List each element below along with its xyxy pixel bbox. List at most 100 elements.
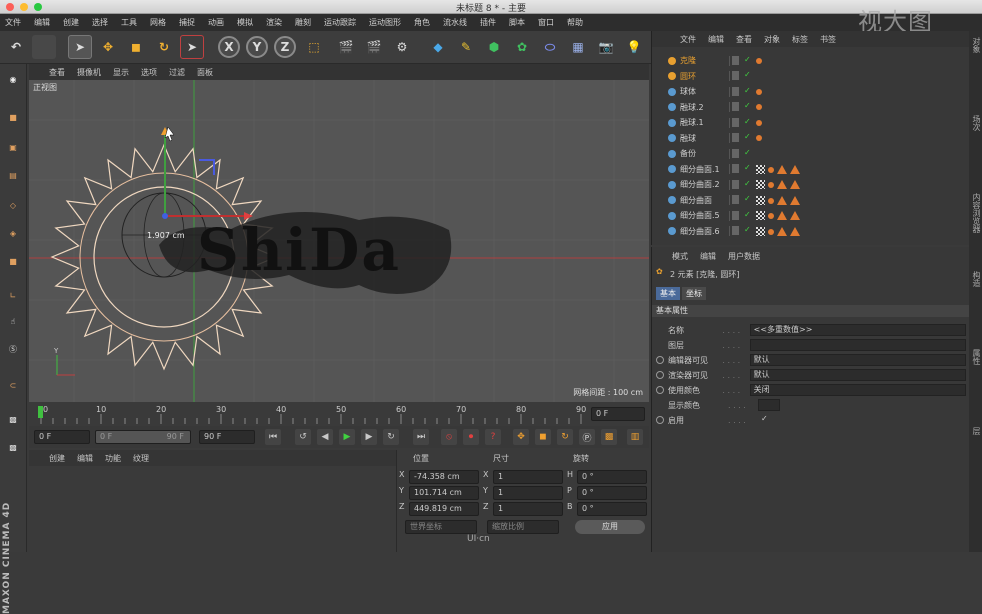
material-menu-item[interactable]: 编辑 bbox=[77, 453, 93, 464]
cube-object-button[interactable]: ◆ bbox=[426, 35, 450, 59]
right-tab[interactable]: 构造 bbox=[971, 271, 982, 287]
attribute-menu-item[interactable]: 模式 bbox=[672, 251, 688, 262]
object-row[interactable]: 备份 ✓ bbox=[652, 146, 970, 161]
attribute-value[interactable]: ✓ bbox=[758, 414, 768, 426]
visibility-flags[interactable]: ✓ bbox=[729, 55, 753, 66]
pen-spline-button[interactable]: ✎ bbox=[454, 35, 478, 59]
key-scale-button[interactable]: ◼ bbox=[535, 429, 551, 445]
render-settings-button[interactable]: ⚙ bbox=[390, 35, 414, 59]
menu-item-17[interactable]: 窗口 bbox=[538, 17, 554, 28]
visibility-flags[interactable]: ✓ bbox=[729, 210, 753, 221]
preview-range-slider[interactable]: 0 F 90 F bbox=[95, 430, 191, 444]
menu-item-12[interactable]: 运动图形 bbox=[369, 17, 401, 28]
coord-size-field[interactable]: 1 bbox=[493, 470, 563, 484]
apply-button[interactable]: 应用 bbox=[575, 520, 645, 534]
snap-button[interactable]: ⊂ bbox=[2, 374, 24, 396]
prev-frame-button[interactable]: ◀ bbox=[317, 429, 333, 445]
gizmo-center[interactable] bbox=[162, 213, 168, 219]
visibility-flags[interactable]: ✓ bbox=[729, 225, 753, 236]
key-pla-button[interactable]: ▩ bbox=[601, 429, 617, 445]
menu-item-1[interactable]: 编辑 bbox=[34, 17, 50, 28]
play-button[interactable]: ▶ bbox=[339, 429, 355, 445]
coord-rot-field[interactable]: 0 ° bbox=[577, 486, 647, 500]
y-axis-lock-button[interactable]: Y bbox=[246, 36, 268, 58]
playhead[interactable] bbox=[38, 406, 43, 418]
live-selection-button[interactable]: ➤ bbox=[68, 35, 92, 59]
current-frame-field[interactable]: 0 F bbox=[591, 407, 645, 421]
coord-pos-field[interactable]: 449.819 cm bbox=[409, 502, 479, 516]
visibility-flags[interactable]: ✓ bbox=[729, 117, 753, 128]
object-menu-item[interactable]: 编辑 bbox=[708, 34, 724, 45]
material-menu-item[interactable]: 纹理 bbox=[133, 453, 149, 464]
object-row[interactable]: 细分曲面.1 ✓ bbox=[652, 162, 970, 177]
visibility-flags[interactable]: ✓ bbox=[729, 70, 753, 81]
object-menu-item[interactable]: 书签 bbox=[820, 34, 836, 45]
camera-button[interactable]: 📷 bbox=[594, 35, 618, 59]
material-menu-item[interactable]: 功能 bbox=[105, 453, 121, 464]
key-position-button[interactable]: ✥ bbox=[513, 429, 529, 445]
coord-rot-field[interactable]: 0 ° bbox=[577, 470, 647, 484]
axis-mode-button[interactable]: ∟ bbox=[2, 284, 24, 306]
planar-workplane-button[interactable]: ▩ bbox=[2, 436, 24, 458]
attribute-value[interactable]: 默认 bbox=[749, 354, 966, 366]
object-menu-item[interactable]: 对象 bbox=[764, 34, 780, 45]
right-tab[interactable]: 内容浏览器 bbox=[971, 193, 982, 233]
object-row[interactable]: 细分曲面.2 ✓ bbox=[652, 177, 970, 192]
visibility-flags[interactable]: ✓ bbox=[729, 132, 753, 143]
animate-radio[interactable] bbox=[656, 371, 664, 379]
end-frame-field[interactable]: 90 F bbox=[199, 430, 255, 444]
object-tags[interactable] bbox=[756, 164, 800, 174]
z-axis-lock-button[interactable]: Z bbox=[274, 36, 296, 58]
timeline-window-button[interactable]: ▥ bbox=[627, 429, 643, 445]
gizmo-plane-handle[interactable] bbox=[199, 159, 215, 175]
texture-mode-button[interactable]: ▣ bbox=[2, 136, 24, 158]
visibility-flags[interactable]: ✓ bbox=[729, 194, 753, 205]
undo-button[interactable]: ↶ bbox=[4, 35, 28, 59]
attribute-tab[interactable]: 坐标 bbox=[682, 287, 706, 300]
autokey-button[interactable]: ⏺ bbox=[463, 429, 479, 445]
next-key-button[interactable]: ↻ bbox=[383, 429, 399, 445]
attribute-value[interactable]: <<多重数值>> bbox=[749, 324, 966, 336]
viewport-menu-item[interactable]: 选项 bbox=[141, 67, 157, 78]
animate-radio[interactable] bbox=[656, 416, 664, 424]
attribute-menu-item[interactable]: 用户数据 bbox=[728, 251, 760, 262]
object-row[interactable]: 细分曲面 ✓ bbox=[652, 193, 970, 208]
goto-start-button[interactable]: ⏮ bbox=[265, 429, 281, 445]
object-row[interactable]: 融球.1 ✓ bbox=[652, 115, 970, 130]
last-tool-button[interactable]: ➤ bbox=[180, 35, 204, 59]
attribute-value[interactable] bbox=[758, 399, 780, 411]
move-tool-button[interactable]: ✥ bbox=[96, 35, 120, 59]
menu-item-13[interactable]: 角色 bbox=[414, 17, 430, 28]
attribute-tab[interactable]: 基本 bbox=[656, 287, 680, 300]
object-tags[interactable] bbox=[756, 104, 762, 110]
menu-item-2[interactable]: 创建 bbox=[63, 17, 79, 28]
attribute-menu-item[interactable]: 编辑 bbox=[700, 251, 716, 262]
object-row[interactable]: 球体 ✓ bbox=[652, 84, 970, 99]
redo-button[interactable] bbox=[32, 35, 56, 59]
object-menu-item[interactable]: 查看 bbox=[736, 34, 752, 45]
right-tab[interactable]: 属性 bbox=[971, 349, 982, 365]
visibility-flags[interactable]: ✓ bbox=[729, 163, 753, 174]
object-tags[interactable] bbox=[756, 226, 800, 236]
object-row[interactable]: 细分曲面.5 ✓ bbox=[652, 208, 970, 223]
animate-radio[interactable] bbox=[656, 386, 664, 394]
object-tags[interactable] bbox=[756, 195, 800, 205]
right-tab[interactable]: 层 bbox=[971, 427, 982, 435]
floor-button[interactable]: ▦ bbox=[566, 35, 590, 59]
visibility-flags[interactable]: ✓ bbox=[729, 148, 753, 159]
material-area[interactable] bbox=[29, 466, 396, 552]
viewport-menu-item[interactable]: 过滤 bbox=[169, 67, 185, 78]
coord-size-field[interactable]: 1 bbox=[493, 486, 563, 500]
viewport-menu-item[interactable]: 面板 bbox=[197, 67, 213, 78]
menu-item-14[interactable]: 流水线 bbox=[443, 17, 467, 28]
next-frame-button[interactable]: ▶ bbox=[361, 429, 377, 445]
coord-pos-field[interactable]: 101.714 cm bbox=[409, 486, 479, 500]
object-tags[interactable] bbox=[756, 57, 762, 64]
coordinate-mode-dropdown[interactable]: 世界坐标 bbox=[405, 520, 477, 534]
cloner-button[interactable]: ✿ bbox=[510, 35, 534, 59]
object-tags[interactable] bbox=[756, 88, 762, 95]
points-mode-button[interactable]: ◇ bbox=[2, 194, 24, 216]
workplane-mode-button[interactable]: ▤ bbox=[2, 164, 24, 186]
material-menu-item[interactable]: 创建 bbox=[49, 453, 65, 464]
object-row[interactable]: 圆环 ✓ bbox=[652, 69, 970, 84]
